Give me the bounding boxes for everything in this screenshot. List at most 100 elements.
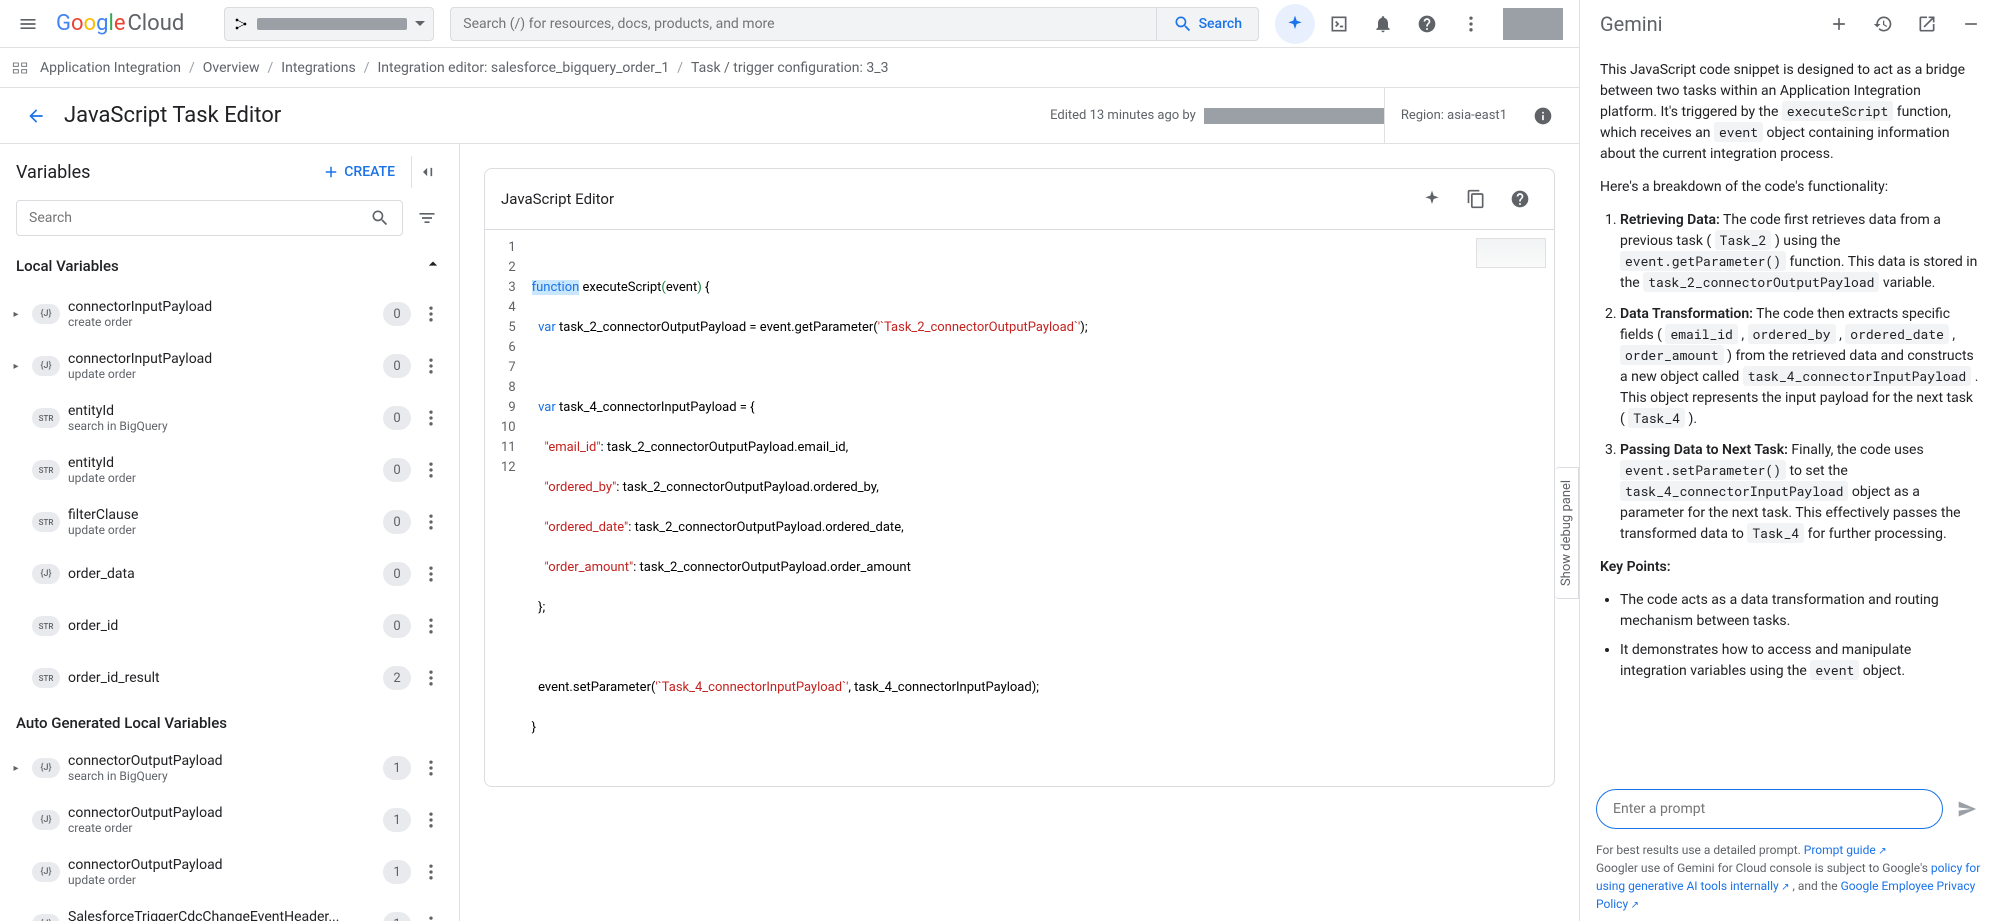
variable-row[interactable]: {J}connectorOutputPayloadupdate order1 [0, 846, 459, 898]
menu-icon[interactable] [8, 4, 48, 44]
gemini-footer: For best results use a detailed prompt. … [1580, 841, 1999, 921]
search-input[interactable] [451, 16, 1155, 32]
edited-label: Edited 13 minutes ago by [1050, 108, 1196, 123]
section-local-variables[interactable]: Local Variables [0, 244, 459, 288]
google-cloud-logo[interactable]: Google Cloud [56, 11, 184, 36]
expand-icon[interactable]: ▸ [8, 306, 24, 322]
copy-icon[interactable] [1458, 181, 1494, 217]
expand-icon[interactable] [8, 670, 24, 686]
variable-name: connectorOutputPayload [68, 753, 375, 769]
variable-row[interactable]: STRfilterClauseupdate order0 [0, 496, 459, 548]
create-variable-button[interactable]: CREATE [322, 163, 395, 181]
info-icon[interactable] [1523, 96, 1563, 136]
crumb-0[interactable]: Application Integration [40, 60, 181, 76]
usage-count: 0 [383, 510, 411, 534]
expand-icon[interactable]: ▸ [8, 916, 24, 921]
gemini-spark-icon[interactable] [1275, 4, 1315, 44]
variable-menu-button[interactable] [419, 458, 443, 482]
variable-menu-button[interactable] [419, 860, 443, 884]
more-icon[interactable] [1451, 4, 1491, 44]
avatar[interactable] [1503, 8, 1563, 40]
variable-menu-button[interactable] [419, 510, 443, 534]
search-icon [370, 208, 390, 228]
minimap[interactable] [1476, 238, 1546, 268]
gemini-prompt-input[interactable] [1596, 789, 1943, 829]
expand-icon[interactable] [8, 410, 24, 426]
variable-row[interactable]: ▸{J}SalesforceTriggerCdcChangeEventHeade… [0, 898, 459, 921]
type-chip: STR [32, 616, 60, 636]
expand-icon[interactable] [8, 566, 24, 582]
variable-menu-button[interactable] [419, 614, 443, 638]
page-title: JavaScript Task Editor [64, 103, 281, 128]
variable-name: connectorInputPayload [68, 299, 375, 315]
new-chat-icon[interactable] [1819, 4, 1859, 44]
expand-icon[interactable] [8, 864, 24, 880]
usage-count: 1 [383, 912, 411, 921]
expand-icon[interactable] [8, 514, 24, 530]
variable-row[interactable]: ▸{J}connectorOutputPayloadsearch in BigQ… [0, 742, 459, 794]
help-icon[interactable] [1407, 4, 1447, 44]
back-button[interactable] [16, 96, 56, 136]
variable-name: entityId [68, 403, 375, 419]
type-chip: STR [32, 460, 60, 480]
editor-area: JavaScript Editor 123456789101112 functi… [460, 144, 1579, 921]
minimize-icon[interactable] [1951, 4, 1991, 44]
ai-assist-icon[interactable] [1414, 181, 1450, 217]
notifications-icon[interactable] [1363, 4, 1403, 44]
usage-count: 0 [383, 406, 411, 430]
editor-help-icon[interactable] [1502, 181, 1538, 217]
variable-row[interactable]: {J}connectorOutputPayloadcreate order1 [0, 794, 459, 846]
global-search: Search [450, 7, 1259, 41]
variable-menu-button[interactable] [419, 808, 443, 832]
crumb-1[interactable]: Overview [203, 60, 260, 76]
history-icon[interactable] [1863, 4, 1903, 44]
send-button[interactable] [1951, 793, 1983, 825]
variable-row[interactable]: STRorder_id_result2 [0, 652, 459, 704]
usage-count: 2 [383, 666, 411, 690]
expand-icon[interactable]: ▸ [8, 760, 24, 776]
prompt-guide-link[interactable]: Prompt guide [1804, 843, 1887, 857]
variable-name: order_data [68, 566, 375, 582]
variable-menu-button[interactable] [419, 302, 443, 326]
type-chip: {J} [32, 758, 60, 778]
variable-menu-button[interactable] [419, 562, 443, 586]
collapse-sidebar-button[interactable] [411, 156, 443, 188]
expand-icon[interactable] [8, 462, 24, 478]
variable-row[interactable]: {J}order_data0 [0, 548, 459, 600]
variable-menu-button[interactable] [419, 756, 443, 780]
crumb-2[interactable]: Integrations [281, 60, 355, 76]
editor-name-redacted [1204, 108, 1384, 124]
project-selector[interactable] [224, 7, 434, 41]
section-auto-variables[interactable]: Auto Generated Local Variables [0, 704, 459, 742]
crumb-3[interactable]: Integration editor: salesforce_bigquery_… [378, 60, 670, 76]
expand-icon[interactable] [8, 812, 24, 828]
search-button[interactable]: Search [1156, 8, 1258, 40]
type-chip: {J} [32, 564, 60, 584]
variable-menu-button[interactable] [419, 912, 443, 921]
variable-menu-button[interactable] [419, 406, 443, 430]
expand-icon[interactable]: ▸ [8, 358, 24, 374]
variable-search-input[interactable] [29, 210, 370, 226]
filter-button[interactable] [411, 202, 443, 234]
variable-row[interactable]: ▸{J}connectorInputPayloadcreate order0 [0, 288, 459, 340]
gemini-title: Gemini [1600, 12, 1663, 36]
variable-search [16, 200, 403, 236]
code-editor[interactable]: 123456789101112 function executeScript(e… [485, 230, 1554, 786]
variable-row[interactable]: STRentityIdsearch in BigQuery0 [0, 392, 459, 444]
usage-count: 0 [383, 614, 411, 638]
variable-subtitle: create order [68, 821, 375, 835]
variables-sidebar: Variables CREATE Local Variables [0, 144, 460, 921]
type-chip: {J} [32, 304, 60, 324]
variable-menu-button[interactable] [419, 354, 443, 378]
crumb-4[interactable]: Task / trigger configuration: 3_3 [691, 60, 888, 76]
cloud-shell-icon[interactable] [1319, 4, 1359, 44]
variable-row[interactable]: STRentityIdupdate order0 [0, 444, 459, 496]
variable-subtitle: update order [68, 471, 375, 485]
variable-row[interactable]: STRorder_id0 [0, 600, 459, 652]
variable-menu-button[interactable] [419, 666, 443, 690]
variable-row[interactable]: ▸{J}connectorInputPayloadupdate order0 [0, 340, 459, 392]
region-selector[interactable]: Region: asia-east1 [1384, 88, 1523, 143]
expand-icon[interactable] [8, 618, 24, 634]
show-debug-panel-button[interactable]: Show debug panel [1555, 466, 1579, 598]
open-external-icon[interactable] [1907, 4, 1947, 44]
